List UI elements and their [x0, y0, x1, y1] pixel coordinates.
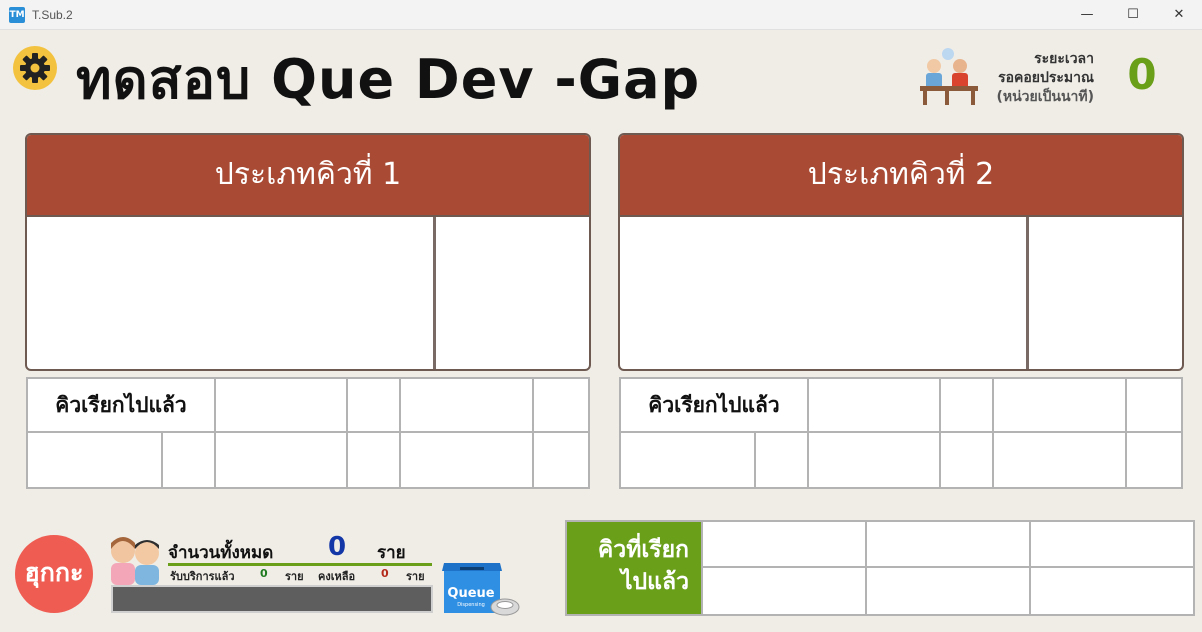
queue-panel-title: ประเภทคิวที่ 1 [27, 135, 589, 217]
called-queue-cell [534, 433, 588, 487]
called-queue-cell [1127, 433, 1181, 487]
queue-dispensing-icon: Queue Dispensing [442, 557, 522, 617]
customers-icon [105, 533, 167, 585]
served-value: 0 [260, 567, 268, 580]
called-queue-cell [809, 379, 941, 433]
called-queue-cell [809, 433, 941, 487]
called-queue-cell [401, 379, 534, 433]
wait-time-value: 0 [1127, 50, 1157, 99]
window-title: T.Sub.2 [32, 8, 73, 22]
recent-called-cell [701, 522, 865, 568]
served-unit: ราย [285, 570, 304, 583]
called-queue-cell [348, 379, 401, 433]
called-queue-cell [401, 433, 534, 487]
queue-panel-2: ประเภทคิวที่ 2 [618, 133, 1184, 371]
called-queue-cell [994, 379, 1127, 433]
minimize-button[interactable]: — [1064, 0, 1110, 30]
queue-panel-title: ประเภทคิวที่ 2 [620, 135, 1182, 217]
called-queue-cell [163, 433, 216, 487]
served-label: รับบริการแล้ว [170, 570, 235, 583]
called-queue-label: คิวเรียกไปแล้ว [621, 379, 809, 433]
queue-progress-bar [111, 585, 433, 613]
divider [168, 563, 432, 566]
called-queue-cell [28, 433, 163, 487]
recent-called-table: คิวที่เรียก ไปแล้ว [565, 520, 1195, 616]
page-title: ทดสอบ Que Dev -Gap [76, 48, 701, 111]
called-queue-cell [348, 433, 401, 487]
called-queue-table-2: คิวเรียกไปแล้ว [619, 377, 1183, 489]
called-queue-cell [756, 433, 809, 487]
called-queue-label: คิวเรียกไปแล้ว [28, 379, 216, 433]
called-queue-cell [216, 379, 348, 433]
maximize-button[interactable]: ☐ [1110, 0, 1156, 30]
called-queue-cell [1127, 379, 1181, 433]
gear-icon[interactable] [13, 46, 57, 90]
total-unit: ราย [377, 543, 406, 563]
called-queue-cell [621, 433, 756, 487]
brand-logo: ฮุกกะ [15, 535, 93, 613]
total-label: จำนวนทั้งหมด [168, 543, 274, 563]
called-queue-cell [941, 433, 994, 487]
recent-called-cell [1029, 522, 1193, 568]
current-queue-number [620, 217, 1029, 369]
recent-called-cell [701, 568, 865, 614]
current-queue-counter [436, 217, 589, 369]
called-queue-table-1: คิวเรียกไปแล้ว [26, 377, 590, 489]
remaining-label: คงเหลือ [318, 570, 356, 583]
recent-called-cell [865, 522, 1029, 568]
recent-called-cell [1029, 568, 1193, 614]
recent-called-cell [865, 568, 1029, 614]
waiting-people-icon [918, 46, 980, 106]
current-queue-number [27, 217, 436, 369]
queue-box-label: Queue [447, 586, 494, 601]
wait-time-label: ระยะเวลา รอคอยประมาณ (หน่วยเป็นนาที) [996, 51, 1094, 105]
called-queue-cell [216, 433, 348, 487]
queue-box-sublabel: Dispensing [457, 602, 485, 608]
remaining-unit: ราย [406, 570, 425, 583]
window-titlebar: TM T.Sub.2 — ☐ ✕ [0, 0, 1202, 30]
called-queue-cell [941, 379, 994, 433]
called-queue-cell [534, 379, 588, 433]
recent-called-label: คิวที่เรียก ไปแล้ว [567, 522, 701, 614]
close-button[interactable]: ✕ [1156, 0, 1202, 30]
total-value: 0 [327, 532, 347, 562]
current-queue-counter [1029, 217, 1182, 369]
called-queue-cell [994, 433, 1127, 487]
app-icon: TM [9, 7, 25, 23]
remaining-value: 0 [381, 567, 389, 580]
queue-panel-1: ประเภทคิวที่ 1 [25, 133, 591, 371]
